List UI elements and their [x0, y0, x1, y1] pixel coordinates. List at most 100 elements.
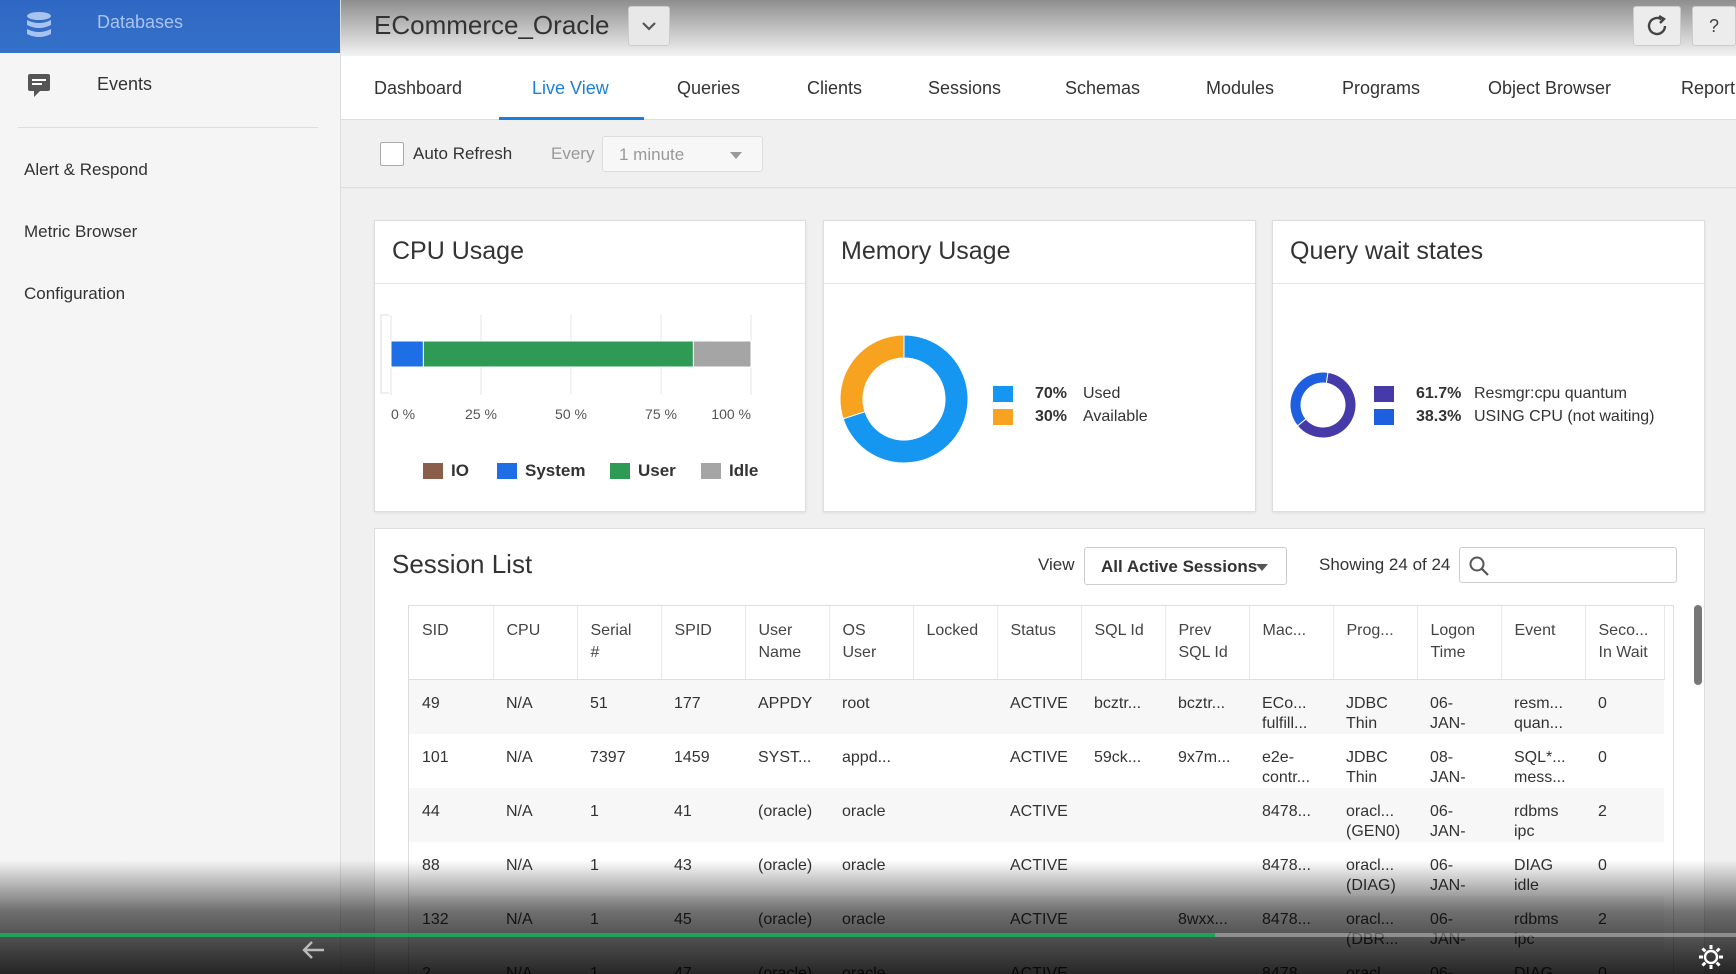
page-title: ECommerce_Oracle: [374, 10, 610, 40]
bar-segment-user[interactable]: [422, 340, 694, 368]
legend-swatch: [1374, 409, 1394, 425]
table-cell: JDBC Thin: [1346, 748, 1388, 786]
column-header[interactable]: SID: [409, 606, 494, 680]
database-icon: [27, 12, 51, 37]
donut-slice[interactable]: [1289, 371, 1329, 427]
every-label: Every: [551, 144, 595, 163]
session-search-box[interactable]: [1459, 547, 1677, 583]
sidebar-item-metric-browser[interactable]: Metric Browser: [24, 222, 137, 242]
column-header[interactable]: Locked: [913, 606, 998, 680]
table-scrollbar[interactable]: [1694, 605, 1702, 685]
legend-label: User: [638, 461, 676, 480]
table-cell: (oracle): [745, 787, 829, 842]
sidebar-item-events[interactable]: Events: [0, 64, 341, 104]
refresh-interval-value: 1 minute: [619, 145, 685, 164]
bar-segment-idle[interactable]: [692, 340, 752, 368]
back-arrow-icon[interactable]: [300, 938, 328, 962]
column-header[interactable]: User Name: [745, 606, 830, 680]
refresh-button[interactable]: [1633, 6, 1681, 46]
tick-label: 50 %: [555, 406, 587, 422]
table-cell: bcztr...: [1165, 679, 1249, 734]
column-header[interactable]: SPID: [661, 606, 746, 680]
tab-schemas[interactable]: Schemas: [1065, 78, 1140, 99]
auto-refresh-checkbox[interactable]: [380, 142, 404, 166]
tab-report[interactable]: Report: [1681, 78, 1735, 99]
column-header[interactable]: Mac...: [1249, 606, 1334, 680]
table-row[interactable]: 49 N/A 51 177 APPDY root ACTIVE bcztr... bcztr..…: [409, 679, 1664, 734]
table-cell: SYST...: [758, 748, 812, 766]
table-cell: 2: [1585, 787, 1664, 842]
legend-percent: 30%: [1035, 408, 1068, 425]
column-header[interactable]: Seco... In Wait: [1585, 606, 1665, 680]
sidebar-item-configuration[interactable]: Configuration: [24, 284, 125, 304]
table-cell: 1459: [674, 748, 710, 766]
column-header[interactable]: SQL Id: [1081, 606, 1166, 680]
table-cell: ECo... fulfill...: [1249, 679, 1333, 734]
table-cell: APPDY: [745, 679, 829, 734]
column-header[interactable]: Logon Time: [1417, 606, 1502, 680]
legend-using-cpu: 38.3% USING CPU (not waiting): [1374, 408, 1655, 426]
panel-title: CPU Usage: [392, 237, 524, 265]
column-header[interactable]: OS User: [829, 606, 914, 680]
settings-gear-icon[interactable]: [1698, 944, 1724, 970]
table-cell: JDBC Thin: [1333, 679, 1417, 734]
sidebar-item-databases[interactable]: Databases: [0, 0, 340, 53]
table-cell: 44: [409, 787, 493, 842]
column-header[interactable]: Event: [1501, 606, 1586, 680]
legend-label: IO: [451, 461, 469, 480]
table-row[interactable]: 101 N/A 7397 1459 SYST... appd... ACTIVE 59ck..…: [409, 734, 1664, 788]
sidebar-item-label: Events: [97, 74, 153, 94]
legend-label: Available: [1083, 408, 1148, 425]
table-cell: 49: [409, 679, 493, 734]
help-button[interactable]: ?: [1692, 6, 1736, 46]
table-row[interactable]: 44 N/A 1 41 (oracle) oracle ACTIVE 8478... oracl…: [409, 787, 1664, 842]
panel-title: Memory Usage: [841, 237, 1011, 265]
caret-down-icon: [1256, 564, 1268, 571]
tick-label: 0 %: [391, 406, 415, 422]
tab-object-browser[interactable]: Object Browser: [1488, 78, 1611, 99]
memory-donut-chart: [839, 334, 969, 464]
session-search-input[interactable]: [1496, 552, 1672, 580]
column-header[interactable]: Status: [997, 606, 1082, 680]
tab-queries[interactable]: Queries: [677, 78, 740, 99]
legend-percent: 61.7%: [1416, 385, 1462, 402]
legend-swatch: [701, 463, 721, 479]
table-cell: appd...: [842, 748, 891, 766]
table-cell: 177: [661, 679, 745, 734]
events-icon: [28, 74, 50, 97]
tab-sessions[interactable]: Sessions: [928, 78, 1001, 99]
tab-live-view[interactable]: Live View: [532, 78, 609, 99]
table-cell: SQL*... mess...: [1514, 748, 1566, 786]
session-view-select[interactable]: All Active Sessions: [1084, 547, 1287, 585]
donut-slice[interactable]: [839, 334, 905, 420]
table-cell: 06- JAN-: [1417, 679, 1501, 734]
sidebar-item-alert-respond[interactable]: Alert & Respond: [24, 160, 148, 180]
column-header[interactable]: Prog...: [1333, 606, 1418, 680]
legend-swatch: [993, 386, 1013, 402]
column-header[interactable]: Serial #: [577, 606, 662, 680]
table-cell: oracle: [829, 787, 913, 842]
legend-resmgr: 61.7% Resmgr:cpu quantum: [1374, 385, 1627, 403]
tick-label: 75 %: [645, 406, 677, 422]
bar-segment-system[interactable]: [390, 340, 424, 368]
database-dropdown-button[interactable]: [628, 6, 670, 46]
refresh-interval-select[interactable]: 1 minute: [602, 136, 763, 172]
chevron-down-icon: [642, 22, 656, 31]
tab-clients[interactable]: Clients: [807, 78, 862, 99]
column-header[interactable]: CPU: [493, 606, 578, 680]
tab-bar: Dashboard Live View Queries Clients Sess…: [341, 56, 1736, 120]
table-cell: [913, 679, 997, 734]
video-progress-bar[interactable]: [0, 933, 1736, 937]
tab-programs[interactable]: Programs: [1342, 78, 1420, 99]
table-cell: N/A: [506, 748, 533, 766]
table-cell: ACTIVE: [1010, 748, 1068, 766]
table-cell: 08- JAN-: [1430, 748, 1466, 786]
table-cell: 7397: [590, 748, 626, 766]
header: ECommerce_Oracle ?: [341, 0, 1736, 56]
legend-swatch: [993, 409, 1013, 425]
column-header[interactable]: Prev SQL Id: [1165, 606, 1250, 680]
tab-modules[interactable]: Modules: [1206, 78, 1274, 99]
tab-dashboard[interactable]: Dashboard: [374, 78, 462, 99]
table-cell: 8478...: [1249, 787, 1333, 842]
table-cell: [913, 787, 997, 842]
